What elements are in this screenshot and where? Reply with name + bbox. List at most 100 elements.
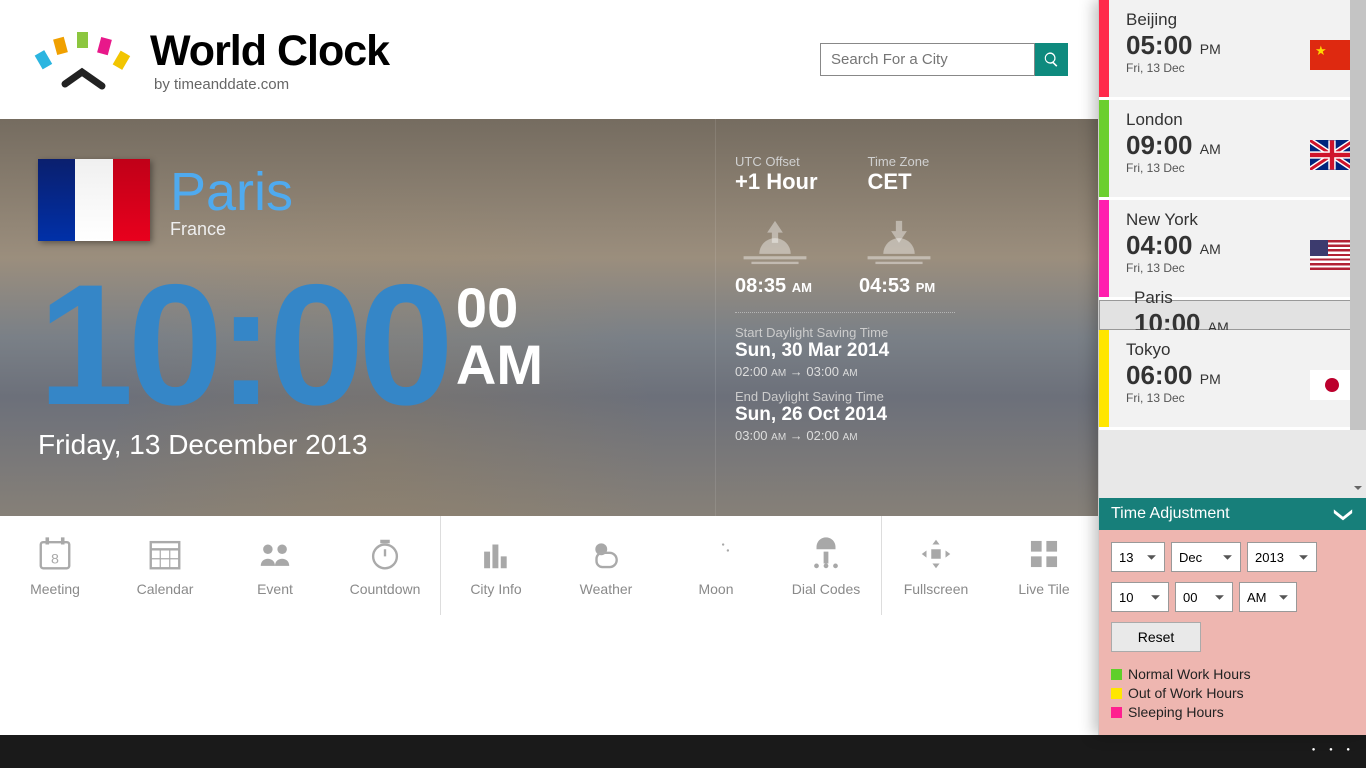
- city-item-name: London: [1126, 110, 1366, 130]
- city-item-tokyo[interactable]: Tokyo06:00 PMFri, 13 Dec: [1099, 330, 1366, 430]
- sunrise-icon: [735, 213, 815, 268]
- minute-select[interactable]: 00: [1175, 582, 1233, 612]
- sunrise-time: 08:35 AM: [735, 275, 815, 298]
- event-icon: [256, 535, 294, 573]
- main-column: Paris France 10:00 00 AM Friday, 13 Dece…: [0, 119, 715, 516]
- city-item-name: Beijing: [1126, 10, 1366, 30]
- scroll-down-button[interactable]: [1350, 478, 1366, 498]
- countdown-label: Countdown: [350, 581, 421, 597]
- city-item-flag: [1310, 370, 1354, 400]
- day-select[interactable]: 13: [1111, 542, 1165, 572]
- countdown-icon: [366, 535, 404, 573]
- dialcodes-button[interactable]: Dial Codes: [771, 516, 881, 615]
- weather-button[interactable]: Weather: [551, 516, 661, 615]
- bottom-bar[interactable]: ● ● ●: [0, 735, 1366, 768]
- calendar-button[interactable]: Calendar: [110, 516, 220, 615]
- city-item-name: Paris: [1134, 288, 1358, 308]
- reset-button[interactable]: Reset: [1111, 622, 1201, 652]
- flag-city-row: Paris France: [38, 159, 715, 241]
- hour-select[interactable]: 10: [1111, 582, 1169, 612]
- city-item-flag: [1310, 240, 1354, 270]
- city-item-london[interactable]: London09:00 AMFri, 13 Dec: [1099, 100, 1366, 200]
- weather-label: Weather: [580, 581, 633, 597]
- city-name: Paris: [170, 161, 293, 223]
- timezone-value: CET: [868, 169, 930, 195]
- search-input[interactable]: [820, 43, 1035, 76]
- logo-area: World Clock by timeanddate.com: [30, 22, 389, 97]
- app-subtitle: by timeanddate.com: [150, 76, 389, 93]
- meeting-icon: 8: [36, 535, 74, 573]
- svg-text:8: 8: [51, 551, 59, 567]
- city-item-paris[interactable]: Paris10:00 AMFri, 13 Dec: [1099, 300, 1366, 330]
- fullscreen-button[interactable]: Fullscreen: [882, 516, 990, 615]
- sunset-icon: [859, 213, 939, 268]
- hero-area: Paris France 10:00 00 AM Friday, 13 Dece…: [0, 119, 1098, 516]
- fullscreen-icon: [917, 535, 955, 573]
- countdown-button[interactable]: Countdown: [330, 516, 440, 615]
- city-item-name: Tokyo: [1126, 340, 1366, 360]
- utc-offset-value: +1 Hour: [735, 169, 818, 195]
- sunrise-block: 08:35 AM: [735, 213, 815, 298]
- legend-out: Out of Work Hours: [1111, 685, 1354, 701]
- event-button[interactable]: Event: [220, 516, 330, 615]
- main-clock: 10:00 00 AM: [38, 266, 715, 424]
- cityinfo-button[interactable]: City Info: [441, 516, 551, 615]
- city-item-flag: [1310, 140, 1354, 170]
- scrollbar[interactable]: [1350, 0, 1366, 498]
- meeting-button[interactable]: 8 Meeting: [0, 516, 110, 615]
- app-header: World Clock by timeanddate.com: [0, 0, 1098, 119]
- dialcodes-label: Dial Codes: [792, 581, 860, 597]
- info-column: UTC Offset +1 Hour Time Zone CET 08:35 A…: [715, 119, 1098, 516]
- dst-start-label: Start Daylight Saving Time: [735, 325, 1058, 340]
- ampm-select[interactable]: AM: [1239, 582, 1297, 612]
- year-select[interactable]: 2013: [1247, 542, 1317, 572]
- legend: Normal Work Hours Out of Work Hours Slee…: [1111, 666, 1354, 720]
- scroll-thumb[interactable]: [1350, 0, 1366, 430]
- toolbar: 8 Meeting Calendar Event Countdown City I…: [0, 516, 1098, 615]
- time-adjustment-body: 13 Dec 2013 10 00 AM Reset Normal Work H…: [1099, 530, 1366, 735]
- cityinfo-label: City Info: [470, 581, 521, 597]
- clock-hours-minutes: 10:00: [38, 266, 448, 424]
- divider: [735, 312, 955, 313]
- dst-start-shift: 02:00 AM → 03:00 AM: [735, 364, 1058, 379]
- moon-button[interactable]: Moon: [661, 516, 771, 615]
- livetile-button[interactable]: Live Tile: [990, 516, 1098, 615]
- fullscreen-label: Fullscreen: [904, 581, 969, 597]
- livetile-label: Live Tile: [1018, 581, 1069, 597]
- meeting-label: Meeting: [30, 581, 80, 597]
- city-item-beijing[interactable]: Beijing05:00 PMFri, 13 Dec: [1099, 0, 1366, 100]
- moon-icon: [697, 535, 735, 573]
- logo-icon: [30, 22, 135, 97]
- calendar-label: Calendar: [137, 581, 194, 597]
- legend-sleep: Sleeping Hours: [1111, 704, 1354, 720]
- side-panel: Beijing05:00 PMFri, 13 DecLondon09:00 AM…: [1098, 0, 1366, 735]
- dst-end-date: Sun, 26 Oct 2014: [735, 404, 1058, 426]
- city-item-name: New York: [1126, 210, 1366, 230]
- dst-start-block: Start Daylight Saving Time Sun, 30 Mar 2…: [735, 325, 1058, 379]
- cityinfo-icon: [477, 535, 515, 573]
- time-adjustment-header[interactable]: Time Adjustment: [1099, 498, 1366, 530]
- timezone-label: Time Zone: [868, 154, 930, 169]
- calendar-icon: [146, 535, 184, 573]
- city-list: Beijing05:00 PMFri, 13 DecLondon09:00 AM…: [1099, 0, 1366, 498]
- legend-normal: Normal Work Hours: [1111, 666, 1354, 682]
- utc-offset-block: UTC Offset +1 Hour: [735, 154, 818, 195]
- city-flag: [38, 159, 150, 241]
- month-select[interactable]: Dec: [1171, 542, 1241, 572]
- search-icon: [1043, 51, 1060, 68]
- status-stripe: [1099, 0, 1109, 97]
- more-icon[interactable]: ● ● ●: [1312, 747, 1356, 753]
- moon-label: Moon: [698, 581, 733, 597]
- clock-ampm: AM: [456, 336, 543, 395]
- livetile-icon: [1025, 535, 1063, 573]
- timezone-block: Time Zone CET: [868, 154, 930, 195]
- title-block: World Clock by timeanddate.com: [150, 27, 389, 93]
- dialcodes-icon: [807, 535, 845, 573]
- search-button[interactable]: [1035, 43, 1068, 76]
- status-stripe: [1099, 100, 1109, 197]
- dst-start-date: Sun, 30 Mar 2014: [735, 340, 1058, 362]
- event-label: Event: [257, 581, 293, 597]
- time-adjustment-label: Time Adjustment: [1111, 505, 1230, 523]
- dst-end-shift: 03:00 AM → 02:00 AM: [735, 428, 1058, 443]
- city-item-flag: [1310, 40, 1354, 70]
